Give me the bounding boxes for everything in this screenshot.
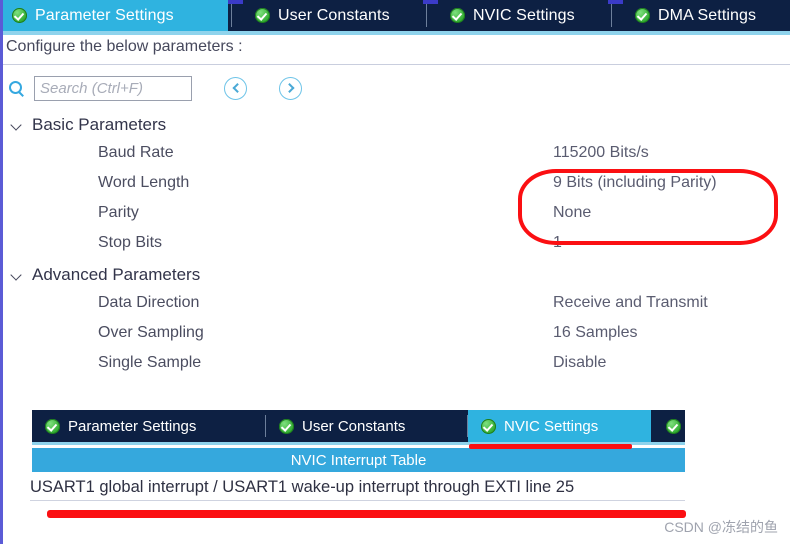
parameter-name: Data Direction <box>98 294 200 311</box>
parameter-row[interactable]: Stop Bits 1 <box>0 230 790 260</box>
tab-label: NVIC Settings <box>473 6 575 24</box>
parameter-name: Parity <box>98 204 139 221</box>
tab-separator <box>611 4 612 27</box>
parameter-value[interactable]: 1 <box>553 234 562 252</box>
parameter-group-header[interactable]: Basic Parameters <box>0 110 790 140</box>
parameter-value[interactable]: Disable <box>553 354 606 372</box>
table-row[interactable]: USART1 global interrupt / USART1 wake-up… <box>30 474 685 500</box>
nvic-tab-separator <box>467 415 468 437</box>
red-underline-annotation-tab <box>469 444 632 449</box>
nvic-tab-user-constants[interactable]: User Constants <box>266 410 466 442</box>
parameter-value[interactable]: 16 Samples <box>553 324 638 342</box>
parameter-row[interactable]: Over Sampling 16 Samples <box>0 320 790 350</box>
green-check-icon <box>481 418 496 434</box>
parameter-row[interactable]: Data Direction Receive and Transmit <box>0 290 790 320</box>
tab-dma-settings[interactable]: DMA Settings <box>623 0 790 31</box>
chevron-right-circle-icon[interactable] <box>279 76 302 100</box>
green-check-icon <box>45 418 60 434</box>
parameter-value[interactable]: Receive and Transmit <box>553 294 708 312</box>
nvic-tab-label: User Constants <box>302 417 406 435</box>
parameter-value[interactable]: None <box>553 204 591 222</box>
configure-divider <box>3 64 790 65</box>
green-check-icon <box>279 418 294 434</box>
parameter-group-label: Basic Parameters <box>32 115 167 134</box>
nvic-tab-parameter-settings[interactable]: Parameter Settings <box>32 410 264 442</box>
chevron-down-icon[interactable] <box>10 268 24 282</box>
tab-label: Parameter Settings <box>35 6 174 24</box>
watermark: CSDN @冻结的鱼 <box>664 519 778 535</box>
red-underline-annotation-row <box>47 510 686 518</box>
green-check-icon <box>450 8 465 23</box>
parameter-group-header[interactable]: Advanced Parameters <box>0 260 790 290</box>
parameter-group-label: Advanced Parameters <box>32 265 201 284</box>
green-check-icon <box>255 8 270 23</box>
tab-separator <box>231 4 232 27</box>
nvic-tab-label: Parameter Settings <box>68 417 197 435</box>
interrupt-label: USART1 global interrupt / USART1 wake-up… <box>30 477 575 496</box>
parameter-row[interactable]: Single Sample Disable <box>0 350 790 380</box>
parameter-name: Stop Bits <box>98 234 163 251</box>
search-icon <box>8 80 25 97</box>
parameter-row[interactable]: Parity None <box>0 200 790 230</box>
chevron-left-circle-icon[interactable] <box>224 76 247 100</box>
nvic-tab-label: NVIC Settings <box>504 417 599 435</box>
parameter-value[interactable]: 9 Bits (including Parity) <box>553 174 717 192</box>
nvic-tab-more[interactable] <box>653 410 685 442</box>
left-edge-rail <box>0 0 3 544</box>
nvic-sub-panel: Parameter Settings User Constants NVIC Set… <box>30 410 685 501</box>
parameter-name: Over Sampling <box>98 324 204 341</box>
parameter-row[interactable]: Word Length 9 Bits (including Parity) <box>0 170 790 200</box>
search-toolbar <box>8 73 302 103</box>
chevron-down-icon[interactable] <box>10 118 24 132</box>
parameter-row[interactable]: Baud Rate 115200 Bits/s <box>0 140 790 170</box>
parameter-name: Word Length <box>98 174 190 191</box>
tab-nvic-settings[interactable]: NVIC Settings <box>438 0 608 31</box>
parameter-name: Baud Rate <box>98 144 174 161</box>
table-row-divider <box>30 500 685 501</box>
tab-bar-underline <box>0 31 790 35</box>
tab-label: DMA Settings <box>658 6 757 24</box>
tab-parameter-settings[interactable]: Parameter Settings <box>0 0 228 31</box>
green-check-icon <box>12 8 27 23</box>
configure-instruction: Configure the below parameters : <box>6 38 243 55</box>
nvic-tab-separator <box>265 415 266 437</box>
parameter-tree: Basic Parameters Baud Rate 115200 Bits/s Wo… <box>0 110 790 380</box>
parameter-name: Single Sample <box>98 354 202 371</box>
green-check-icon <box>635 8 650 23</box>
nvic-tab-bar: Parameter Settings User Constants NVIC Set… <box>32 410 685 442</box>
tab-user-constants[interactable]: User Constants <box>243 0 423 31</box>
nvic-tab-nvic-settings[interactable]: NVIC Settings <box>468 410 651 442</box>
tab-label: User Constants <box>278 6 390 24</box>
parameter-value[interactable]: 115200 Bits/s <box>553 144 649 162</box>
tab-separator <box>426 4 427 27</box>
green-check-icon <box>666 418 681 434</box>
top-tab-bar: Parameter Settings User Constants NVIC Set… <box>0 0 790 31</box>
search-input[interactable] <box>34 75 192 101</box>
nvic-table-header: NVIC Interrupt Table <box>32 448 685 472</box>
